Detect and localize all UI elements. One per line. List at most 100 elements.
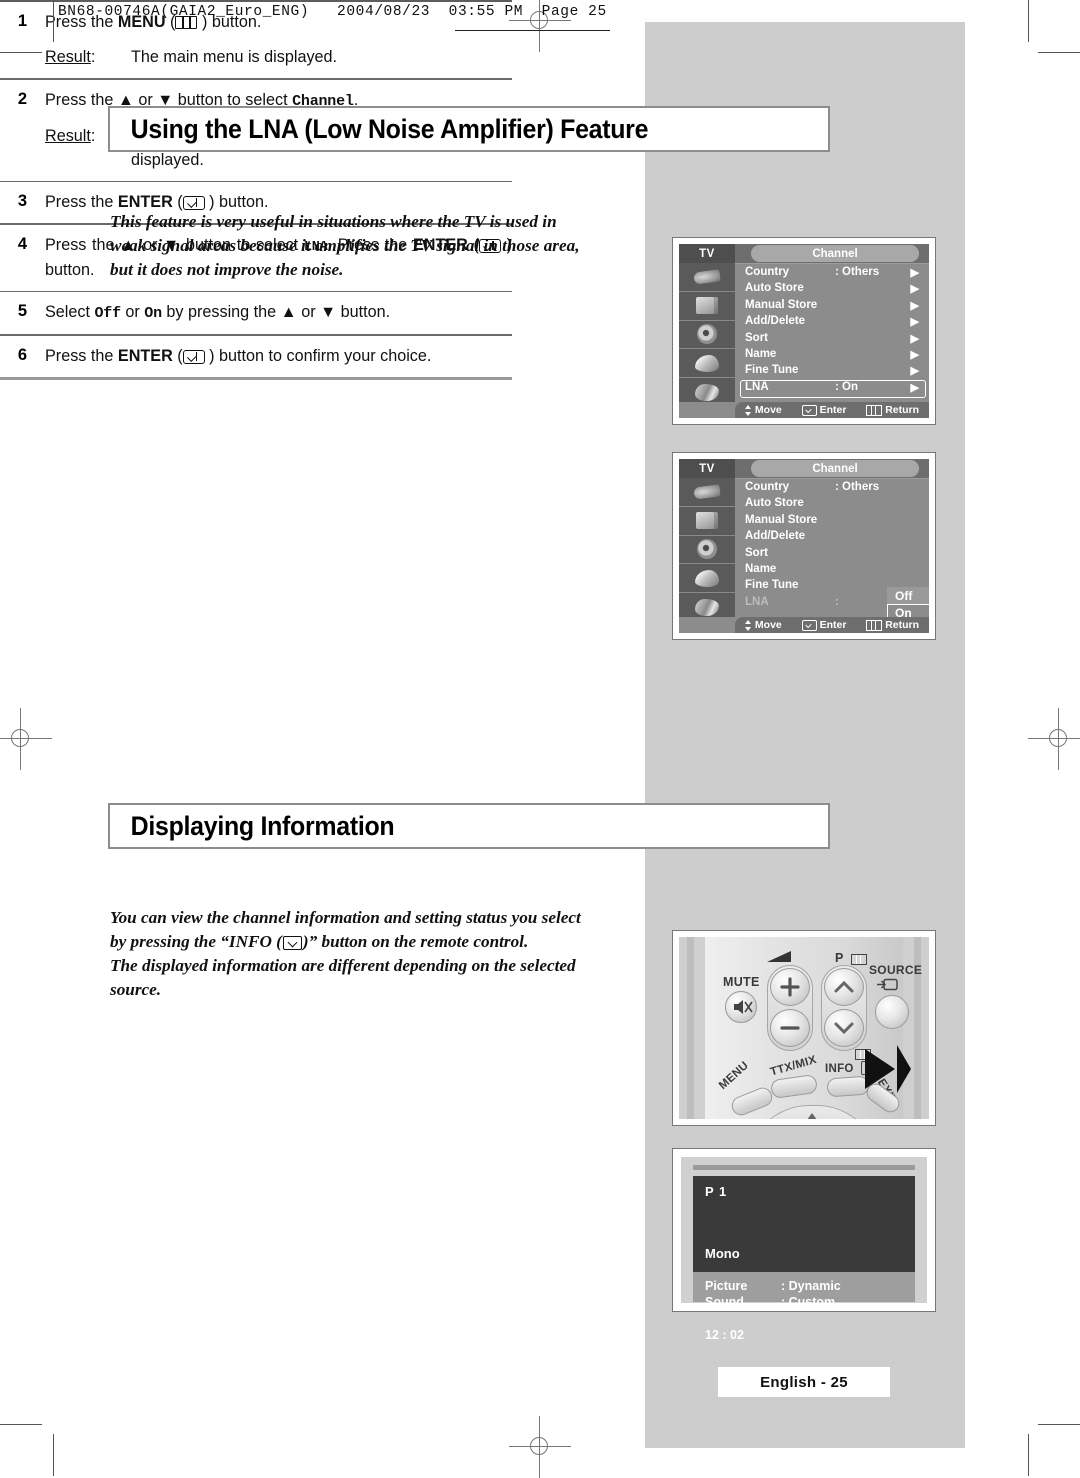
tv-icon bbox=[696, 512, 718, 530]
chevron-right-icon: ▶ bbox=[910, 316, 919, 329]
osd-footer-enter[interactable]: Enter bbox=[801, 404, 846, 416]
info-intro-line-3: The displayed information are different … bbox=[110, 956, 576, 975]
mute-speaker-icon bbox=[734, 1000, 753, 1014]
osd-row-auto-store[interactable]: Auto Store bbox=[741, 497, 925, 513]
program-down-button[interactable] bbox=[824, 1009, 864, 1047]
sidebar-item-setup[interactable] bbox=[679, 593, 735, 621]
osd-row-label: Sort bbox=[745, 331, 768, 344]
osd-rows-1: Country : Others ▶ Auto Store ▶ Manual S… bbox=[740, 266, 926, 399]
osd-footer-enter[interactable]: Enter bbox=[801, 619, 847, 631]
sidebar-item-sound[interactable] bbox=[679, 321, 735, 350]
osd-row-label: Auto Store bbox=[745, 497, 804, 510]
osd-row-name[interactable]: Name bbox=[741, 563, 925, 579]
tv-icon bbox=[696, 297, 718, 315]
source-button[interactable] bbox=[875, 995, 909, 1029]
lna-intro-paragraph: This feature is very useful in situation… bbox=[110, 210, 655, 282]
osd-row-fine-tune[interactable]: Fine Tune ▶ bbox=[741, 364, 925, 380]
osd-row-label: LNA bbox=[745, 380, 769, 393]
osd-row-auto-store[interactable]: Auto Store ▶ bbox=[741, 282, 925, 298]
step-text: Select Off or On by pressing the ▲ or ▼ … bbox=[45, 301, 512, 325]
source-label: SOURCE bbox=[869, 963, 923, 977]
osd-footer-return[interactable]: Return bbox=[866, 404, 919, 416]
osd-row-sort[interactable]: Sort ▶ bbox=[741, 332, 925, 348]
osd-row-country[interactable]: Country : Others bbox=[741, 481, 925, 497]
sidebar-item-picture[interactable] bbox=[679, 292, 735, 321]
section-title-info: Displaying Information bbox=[108, 803, 830, 849]
volume-up-button[interactable] bbox=[770, 968, 810, 1006]
sidebar-item-channel[interactable] bbox=[679, 349, 735, 379]
callout-arrow-tail-icon bbox=[897, 1045, 911, 1093]
osd-footer-return[interactable]: Return bbox=[866, 619, 919, 631]
dropdown-option-off[interactable]: Off bbox=[887, 587, 929, 604]
info-intro-line-4: source. bbox=[110, 980, 162, 999]
osd-row-manual-store[interactable]: Manual Store bbox=[741, 514, 925, 530]
sidebar-item-picture[interactable] bbox=[679, 507, 735, 536]
remote-icon bbox=[693, 269, 721, 285]
chevron-right-icon: ▶ bbox=[910, 267, 919, 279]
info-button[interactable] bbox=[826, 1075, 870, 1098]
osd-row-sort[interactable]: Sort bbox=[741, 547, 925, 563]
step-text-mid: or bbox=[120, 303, 145, 322]
setup-icon bbox=[695, 598, 719, 616]
volume-down-button[interactable] bbox=[770, 1009, 810, 1047]
sidebar-item-sound[interactable] bbox=[679, 536, 735, 565]
registration-mark-right bbox=[1028, 708, 1080, 770]
lna-dropdown[interactable]: Off On bbox=[887, 587, 929, 621]
osd-row-value: : Others bbox=[835, 266, 880, 278]
osd-footer-2: Move Enter Return bbox=[735, 617, 929, 633]
osd-sidebar-2 bbox=[679, 478, 735, 617]
osd-row-lna[interactable]: LNA : On ▶ bbox=[740, 379, 926, 399]
info-display-illustration: P 1 Mono Picture : Dynamic Sound : Custo… bbox=[672, 1148, 936, 1342]
program-up-button[interactable] bbox=[824, 968, 864, 1006]
crop-mark-bottom-right-horizontal bbox=[1038, 1424, 1080, 1425]
sidebar-item-channel[interactable] bbox=[679, 564, 735, 594]
page-footer-tag: English - 25 bbox=[718, 1367, 890, 1397]
info-intro-line-2: by pressing the “INFO ()” button on the … bbox=[110, 930, 655, 954]
osd-panel-2: TV Channel Country : Others Auto Store M… bbox=[672, 452, 936, 640]
osd-row-add-delete[interactable]: Add/Delete ▶ bbox=[741, 315, 925, 331]
step-number: 3 bbox=[17, 192, 28, 211]
channel-icon bbox=[695, 569, 719, 587]
osd-row-manual-store[interactable]: Manual Store ▶ bbox=[741, 299, 925, 315]
osd-row-label: Add/Delete bbox=[745, 530, 806, 543]
step-text-before: Press the bbox=[45, 346, 118, 365]
info-display-outer: P 1 Mono Picture : Dynamic Sound : Custo… bbox=[681, 1157, 927, 1342]
sidebar-item-remote[interactable] bbox=[679, 263, 735, 292]
chevron-right-icon: ▶ bbox=[910, 283, 919, 296]
chevron-right-icon: ▶ bbox=[910, 365, 919, 378]
step-mono-token-off: Off bbox=[94, 305, 122, 323]
step-number: 4 bbox=[17, 234, 28, 253]
section-title-lna: Using the LNA (Low Noise Amplifier) Feat… bbox=[108, 106, 830, 152]
crop-mark-top-right-vertical bbox=[1028, 0, 1029, 42]
osd-row-country[interactable]: Country : Others ▶ bbox=[741, 266, 925, 282]
osd-row-add-delete[interactable]: Add/Delete bbox=[741, 530, 925, 546]
osd-row-label: LNA bbox=[745, 595, 769, 608]
registration-mark-left bbox=[0, 708, 52, 770]
osd-footer-label: Enter bbox=[819, 619, 847, 631]
info-display-screen: P 1 Mono Picture : Dynamic Sound : Custo… bbox=[693, 1176, 915, 1342]
enter-icon bbox=[801, 404, 817, 416]
sidebar-item-setup[interactable] bbox=[679, 378, 735, 406]
osd-footer-move[interactable]: Move bbox=[744, 619, 782, 631]
info-row-key: Picture bbox=[705, 1279, 748, 1293]
mute-button[interactable] bbox=[725, 991, 757, 1023]
osd-row-name[interactable]: Name ▶ bbox=[741, 348, 925, 364]
remote-control-illustration: MUTE P SOURCE MENU TTX/MIX INFO bbox=[672, 930, 936, 1126]
speaker-icon bbox=[697, 539, 717, 560]
step-result-label-text: Result bbox=[45, 126, 91, 145]
plus-icon bbox=[780, 977, 800, 997]
step-text-after: ) button to confirm your choice. bbox=[204, 346, 432, 365]
osd-row-label: Name bbox=[745, 562, 777, 575]
info-display-topbar bbox=[693, 1165, 915, 1170]
osd-row-label: Manual Store bbox=[745, 513, 818, 526]
step-result: Result: The main menu is displayed. bbox=[45, 46, 512, 69]
info-program-number: P 1 bbox=[705, 1184, 728, 1199]
sidebar-item-remote[interactable] bbox=[679, 478, 735, 507]
osd-row-label: Country bbox=[745, 266, 790, 278]
osd-footer-move[interactable]: Move bbox=[744, 404, 782, 416]
updown-icon bbox=[744, 619, 752, 631]
osd-row-label: Sort bbox=[745, 546, 768, 559]
registration-mark-bottom bbox=[509, 1416, 571, 1478]
osd-panel-1: TV Channel Country : Others ▶ Auto Store… bbox=[672, 237, 936, 425]
info-row-key: Sound bbox=[705, 1295, 744, 1309]
